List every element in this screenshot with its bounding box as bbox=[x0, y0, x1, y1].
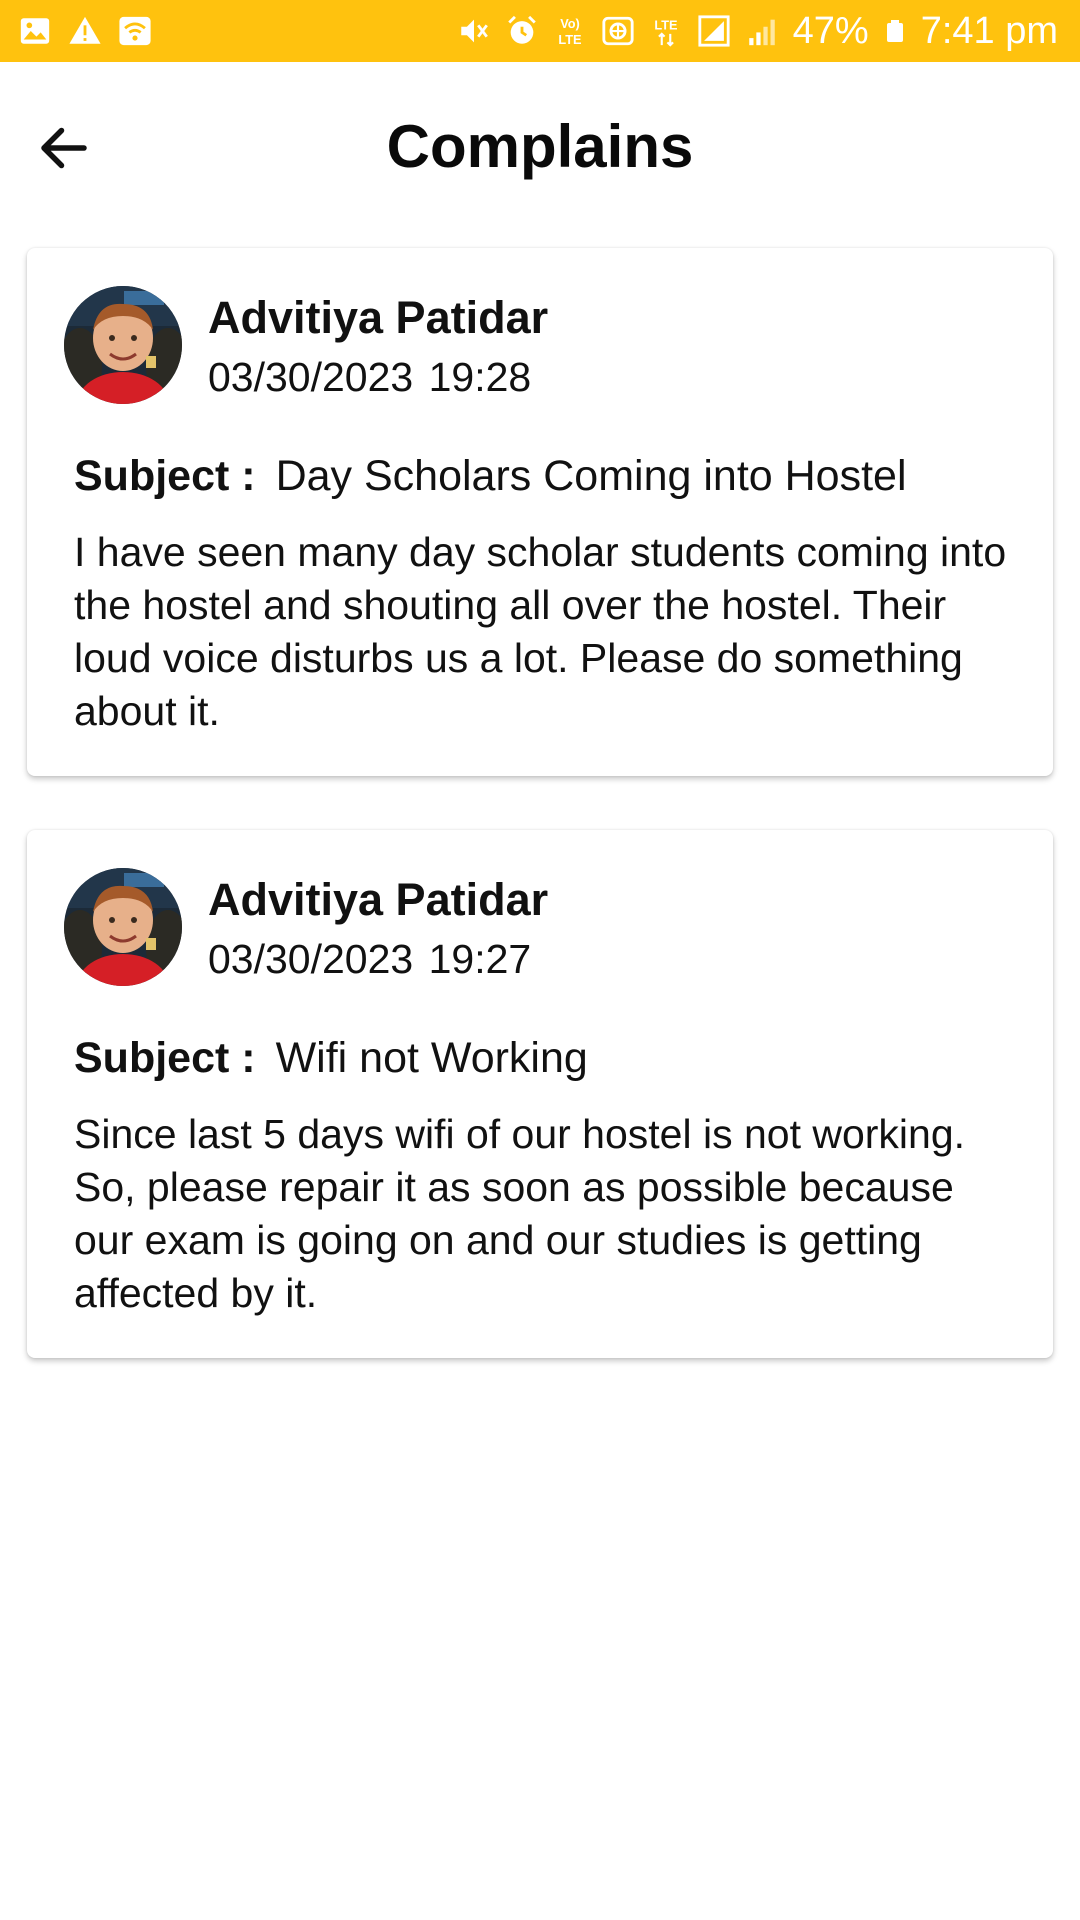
subject-text: Wifi not Working bbox=[275, 1034, 588, 1082]
gallery-icon bbox=[20, 18, 50, 44]
author-name: Advitiya Patidar bbox=[208, 874, 549, 925]
subject-row: Subject : Day Scholars Coming into Hostel bbox=[74, 448, 907, 504]
page-title: Complains bbox=[386, 113, 694, 180]
status-bar: Vo) LTE LTE 47% 7:41 pm bbox=[0, 0, 1080, 62]
complaint-timestamp: 03/30/2023 19:28 bbox=[208, 354, 532, 400]
warning-icon bbox=[69, 16, 101, 44]
vpn-icon bbox=[602, 16, 634, 46]
complaint-card[interactable]: Advitiya Patidar 03/30/2023 19:27 Subjec… bbox=[27, 830, 1053, 1358]
complaint-description: Since last 5 days wifi of our hostel is … bbox=[74, 1111, 966, 1316]
complaint-description: I have seen many day scholar students co… bbox=[74, 529, 1007, 734]
app-bar: Complains bbox=[0, 62, 1080, 222]
battery-icon bbox=[886, 20, 903, 42]
subject-label: Subject : bbox=[74, 452, 256, 500]
subject-label: Subject : bbox=[74, 1034, 256, 1082]
svg-text:Vo): Vo) bbox=[560, 16, 580, 31]
battery-percent: 47% bbox=[792, 10, 869, 52]
user-photo-icon bbox=[64, 286, 182, 404]
svg-text:LTE: LTE bbox=[654, 18, 677, 33]
author-name: Advitiya Patidar bbox=[208, 292, 549, 343]
subject-row: Subject : Wifi not Working bbox=[74, 1030, 588, 1086]
signal-icon bbox=[698, 15, 730, 47]
complaint-timestamp: 03/30/2023 19:27 bbox=[208, 936, 532, 982]
avatar bbox=[64, 868, 182, 986]
wifi-hotspot-icon bbox=[119, 16, 151, 46]
complains-screen: Vo) LTE LTE 47% 7:41 pm Complains Adviti… bbox=[0, 0, 1080, 1920]
signal-weak-icon bbox=[748, 19, 775, 46]
volte-icon: Vo) LTE bbox=[558, 16, 581, 47]
clock: 7:41 pm bbox=[920, 10, 1058, 52]
complaint-card[interactable]: Advitiya Patidar 03/30/2023 19:28 Subjec… bbox=[27, 248, 1053, 776]
user-photo-icon bbox=[64, 868, 182, 986]
status-icons-right: Vo) LTE LTE 47% 7:41 pm bbox=[457, 8, 1058, 54]
alarm-icon bbox=[507, 15, 536, 44]
svg-text:LTE: LTE bbox=[558, 32, 581, 47]
mute-icon bbox=[460, 19, 488, 43]
lte-data-icon: LTE bbox=[654, 18, 677, 47]
avatar bbox=[64, 286, 182, 404]
subject-text: Day Scholars Coming into Hostel bbox=[275, 452, 907, 500]
status-icons-left bbox=[18, 12, 152, 50]
